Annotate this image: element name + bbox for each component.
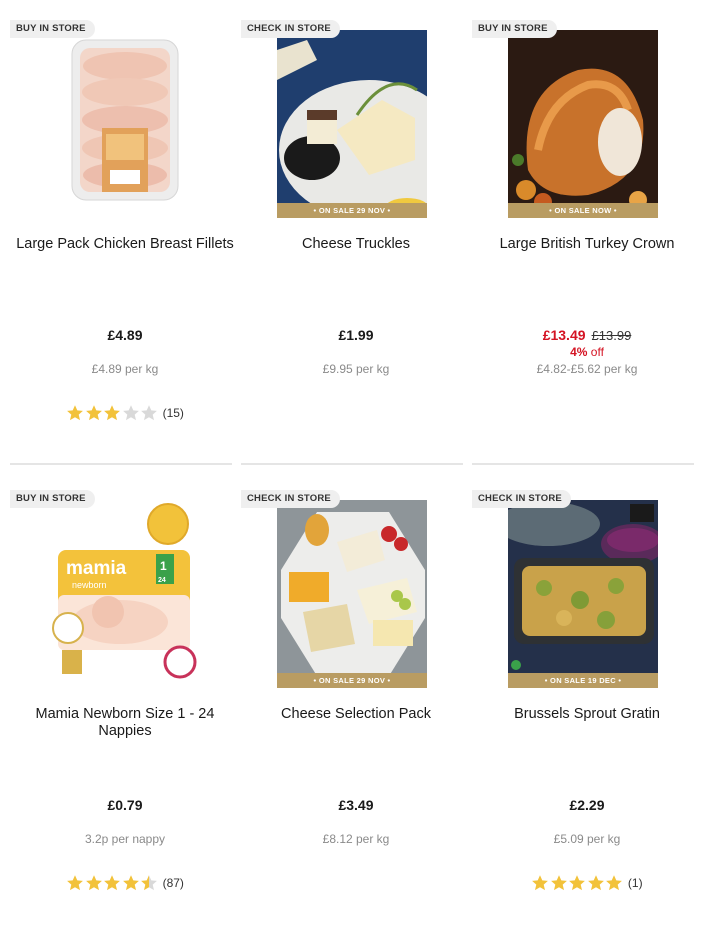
- review-count: (15): [162, 406, 184, 420]
- cheese-selection-image: [277, 500, 427, 688]
- sprout-gratin-image: [508, 500, 658, 688]
- star-icon: [67, 875, 83, 891]
- product-image[interactable]: • ON SALE 19 DEC •: [508, 500, 658, 688]
- product-image[interactable]: mamia newborn 1 24: [50, 500, 200, 688]
- check-in-store-tag: CHECK IN STORE: [241, 490, 340, 508]
- product-image[interactable]: • ON SALE 29 NOV •: [277, 500, 427, 688]
- sale-price: £13.49: [542, 327, 586, 343]
- on-sale-banner: • ON SALE 19 DEC •: [508, 673, 658, 688]
- buy-in-store-tag: BUY IN STORE: [10, 20, 95, 38]
- chicken-pack-image: [71, 39, 179, 201]
- unit-price: £5.09 per kg: [553, 832, 621, 846]
- product-name[interactable]: Mamia Newborn Size 1 - 24 Nappies: [10, 706, 240, 740]
- product-price: £13.49 £13.99: [472, 327, 702, 343]
- buy-in-store-tag: BUY IN STORE: [10, 490, 95, 508]
- row-divider: [472, 463, 694, 465]
- star-icon: [104, 875, 120, 891]
- product-card[interactable]: CHECK IN STORE • ON SALE 19 DEC • Brusse…: [472, 490, 702, 930]
- discount-word: off: [590, 345, 604, 359]
- star-icon: [85, 875, 102, 891]
- product-price: £1.99: [338, 327, 374, 343]
- star-rating: [66, 404, 159, 422]
- star-icon: [569, 875, 586, 891]
- unit-price: £4.82-£5.62 per kg: [536, 362, 638, 376]
- star-icon: [85, 405, 102, 421]
- product-image[interactable]: • ON SALE NOW •: [508, 30, 658, 218]
- pack-sub-text: newborn: [72, 580, 107, 590]
- unit-price: £9.95 per kg: [322, 362, 390, 376]
- check-in-store-tag: CHECK IN STORE: [472, 490, 571, 508]
- product-name[interactable]: Brussels Sprout Gratin: [472, 706, 702, 723]
- star-icon: [588, 875, 604, 891]
- unit-price: £4.89 per kg: [91, 362, 159, 376]
- review-count: (1): [627, 876, 643, 890]
- pack-count-text: 24: [158, 577, 166, 584]
- turkey-crown-image: [508, 30, 658, 218]
- star-icon: [551, 875, 567, 891]
- star-icon: [122, 405, 139, 421]
- product-card[interactable]: CHECK IN STORE • ON SALE 29 NOV • Cheese…: [241, 20, 471, 460]
- product-card[interactable]: BUY IN STORE Large Pack Chicken Breast F…: [10, 20, 240, 460]
- star-icon: [606, 875, 623, 891]
- product-image[interactable]: [50, 30, 200, 218]
- check-in-store-tag: CHECK IN STORE: [241, 20, 340, 38]
- was-price: £13.99: [591, 328, 632, 343]
- on-sale-banner: • ON SALE 29 NOV •: [277, 203, 427, 218]
- star-icon: [532, 875, 549, 891]
- on-sale-banner: • ON SALE 29 NOV •: [277, 673, 427, 688]
- product-price: £3.49: [338, 797, 374, 813]
- product-price: £0.79: [107, 797, 143, 813]
- product-name[interactable]: Cheese Selection Pack: [241, 706, 471, 723]
- review-count: (87): [162, 876, 184, 890]
- rating[interactable]: (87): [10, 874, 240, 892]
- product-price: £4.89: [107, 327, 143, 343]
- row-divider: [241, 463, 463, 465]
- star-icon: [67, 405, 83, 421]
- product-grid: BUY IN STORE Large Pack Chicken Breast F…: [0, 0, 707, 895]
- star-icon: [141, 405, 157, 421]
- cheese-truckles-image: [277, 30, 427, 218]
- product-name[interactable]: Large Pack Chicken Breast Fillets: [10, 236, 240, 253]
- star-icon: [141, 875, 157, 891]
- discount-label: 4% off: [472, 345, 702, 359]
- pack-size-text: 1: [160, 559, 167, 573]
- pack-brand-text: mamia: [66, 558, 127, 579]
- row-divider: [10, 463, 232, 465]
- product-name[interactable]: Cheese Truckles: [241, 236, 471, 253]
- star-rating: [66, 874, 159, 892]
- product-card[interactable]: BUY IN STORE mamia newborn 1 24 Mamia Ne…: [10, 490, 240, 930]
- product-image[interactable]: • ON SALE 29 NOV •: [277, 30, 427, 218]
- product-card[interactable]: BUY IN STORE • ON SALE NOW • Large Briti…: [472, 20, 702, 460]
- specially-selected-logo: [630, 504, 654, 522]
- rating[interactable]: (15): [10, 404, 240, 422]
- discount-percent: 4%: [570, 345, 588, 359]
- product-name[interactable]: Large British Turkey Crown: [472, 236, 702, 253]
- buy-in-store-tag: BUY IN STORE: [472, 20, 557, 38]
- star-icon: [122, 875, 139, 891]
- star-icon: [104, 405, 120, 421]
- star-rating: [531, 874, 624, 892]
- on-sale-banner: • ON SALE NOW •: [508, 203, 658, 218]
- unit-price: 3.2p per nappy: [84, 832, 166, 846]
- unit-price: £8.12 per kg: [322, 832, 390, 846]
- mamia-nappies-image: mamia newborn 1 24: [52, 503, 197, 679]
- rating[interactable]: (1): [472, 874, 702, 892]
- product-price: £2.29: [569, 797, 605, 813]
- product-card[interactable]: CHECK IN STORE • ON SALE 29 NOV • Cheese…: [241, 490, 471, 930]
